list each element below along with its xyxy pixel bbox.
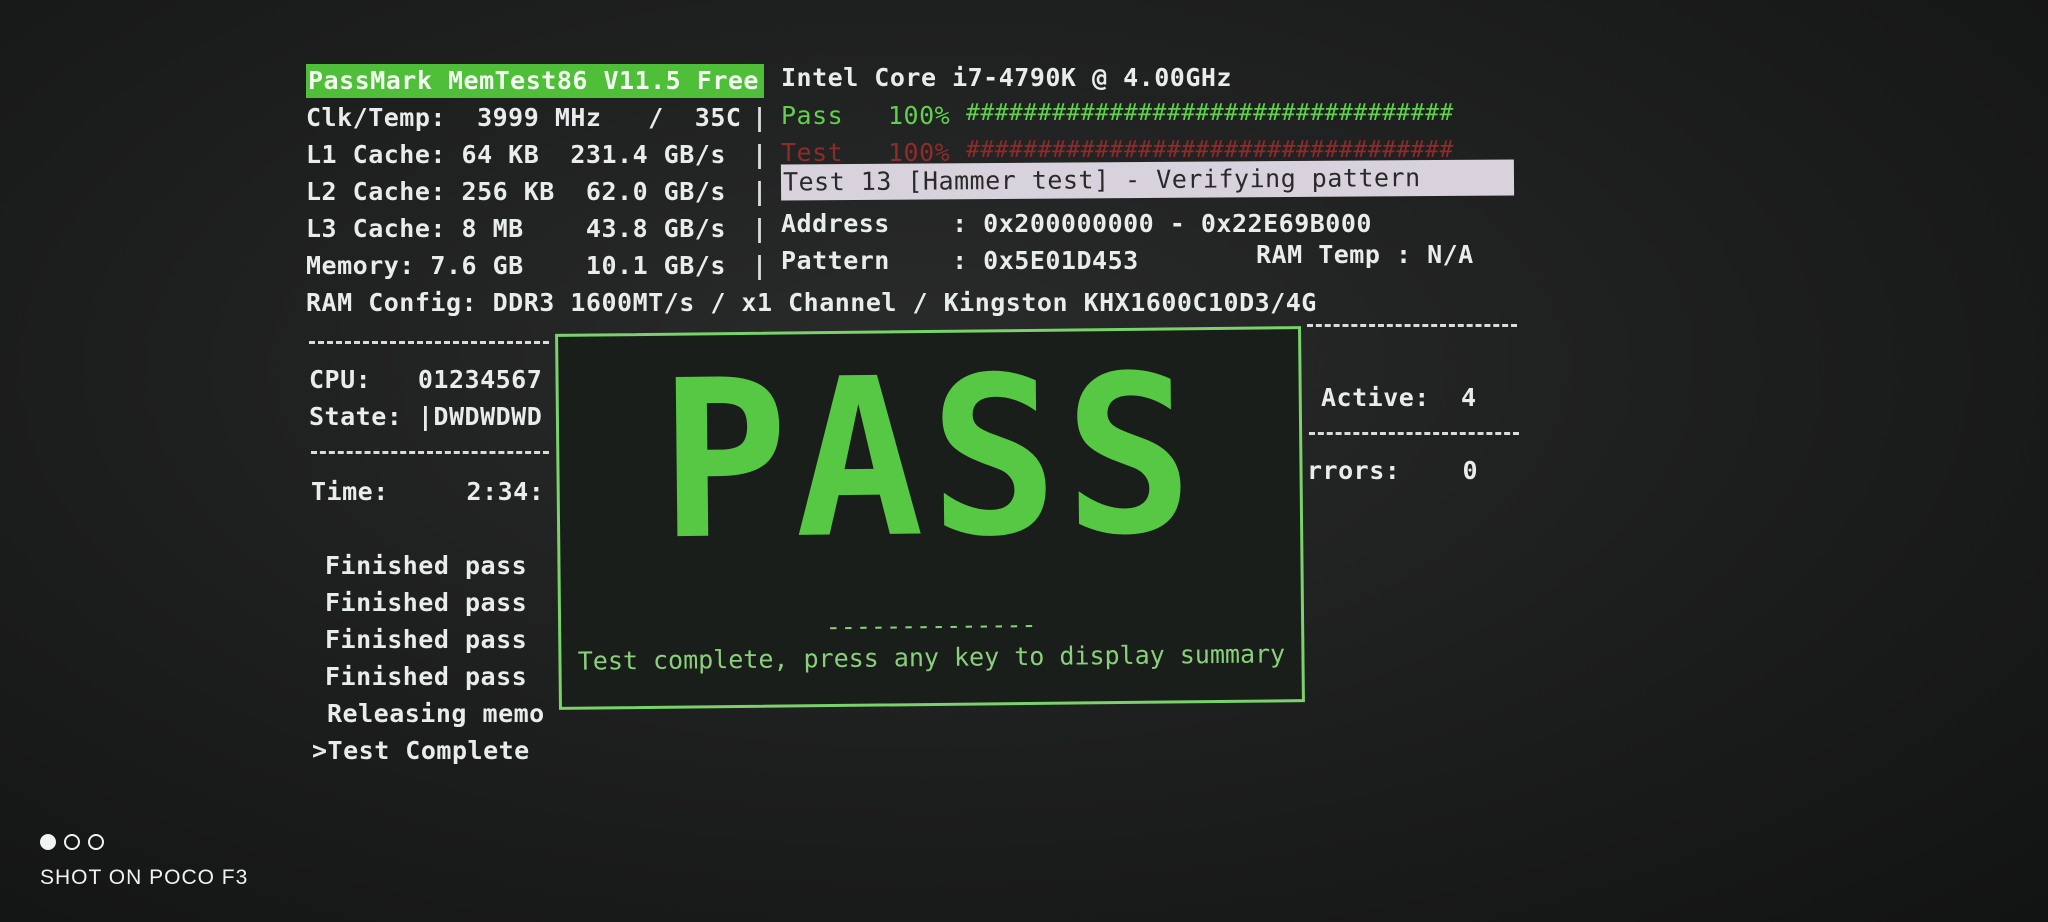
log-line: Finished pass [325,551,528,580]
separator-line [1307,324,1517,327]
current-test-bar: Test 13 [Hammer test] - Verifying patter… [780,159,1515,201]
dot-icon [88,834,104,850]
result-dialog[interactable]: PASS -------------- Test complete, press… [555,326,1305,710]
column-divider: | [752,177,768,206]
camera-watermark: SHOT ON POCO F3 [40,866,249,889]
pass-label: Pass [781,101,844,130]
address-range: Address : 0x200000000 - 0x22E69B000 [781,209,1372,238]
pass-result: PASS [658,328,1201,589]
active-cpus: Active: 4 [1321,383,1477,412]
log-line: Finished pass [325,588,528,617]
cpu-state: State: |DWDWDWD [309,402,543,431]
elapsed-time: Time: 2:34: [311,477,545,506]
column-divider: | [752,140,768,169]
l3-cache: L3 Cache: 8 MB 43.8 GB/s [306,214,726,243]
ram-temp: RAM Temp : N/A [1256,240,1474,269]
title-bar: PassMark MemTest86 V11.5 Free [306,64,764,98]
dot-icon [40,834,56,850]
log-line: Finished pass [325,625,528,654]
pattern-value: Pattern : 0x5E01D453 [781,246,1139,275]
camera-mode-indicator [40,834,104,850]
column-divider: | [752,103,768,132]
l2-cache: L2 Cache: 256 KB 62.0 GB/s [306,177,726,206]
clk-temp: Clk/Temp: 3999 MHz / 35C [306,103,742,132]
cpu-line: CPU: 01234567 [309,365,543,394]
current-test: Test 13 [Hammer test] - Verifying patter… [782,163,1421,197]
pass-progress-bar: ################################## [966,100,1454,126]
separator-line [309,341,549,344]
cpu-name: Intel Core i7-4790K @ 4.00GHz [781,63,1232,92]
ram-config: RAM Config: DDR3 1600MT/s / x1 Channel /… [306,288,1317,317]
dialog-separator: -------------- [825,609,1037,642]
separator-line [311,451,549,454]
column-divider: | [752,214,768,243]
memory-info: Memory: 7.6 GB 10.1 GB/s [306,251,726,280]
l1-cache: L1 Cache: 64 KB 231.4 GB/s [306,140,726,169]
log-line-current: >Test Complete [312,736,530,765]
log-line: Releasing memo [327,699,545,728]
app-title: PassMark MemTest86 V11.5 Free [308,66,759,95]
column-divider: | [752,251,768,280]
memtest-screen: PassMark MemTest86 V11.5 Free Intel Core… [0,0,2048,922]
pass-percent: 100% [888,101,951,130]
dialog-message: Test complete, press any key to display … [577,639,1286,676]
log-line: Finished pass [325,662,528,691]
dot-icon [64,834,80,850]
separator-line [1309,432,1519,435]
error-count: rrors: 0 [1307,456,1479,485]
